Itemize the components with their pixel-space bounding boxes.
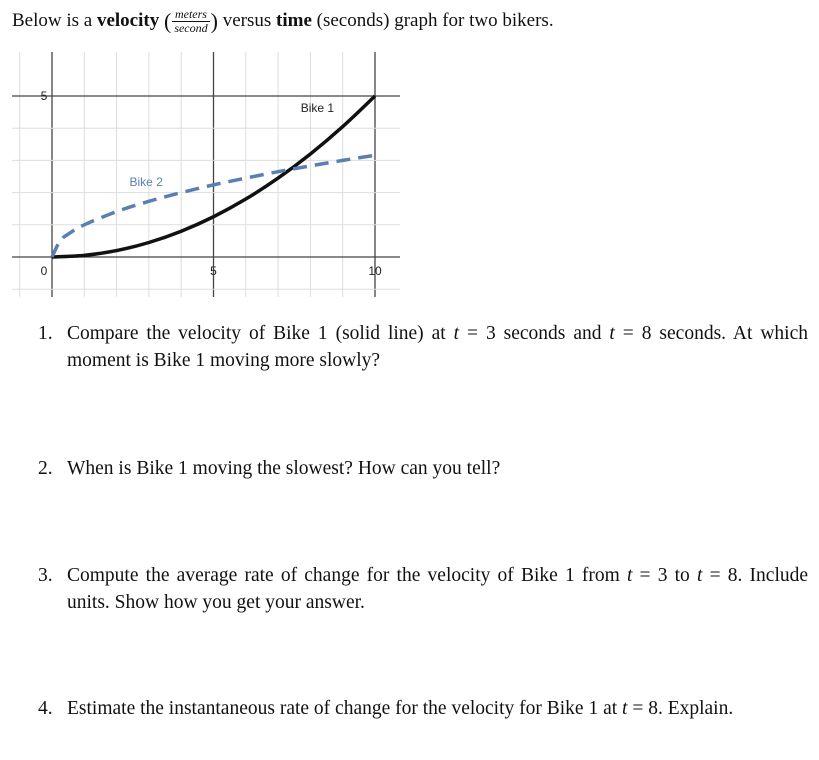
question-text: When is Bike 1 moving the slowest? How c… (67, 458, 501, 479)
x-tick-label: 10 (368, 264, 382, 278)
unit-numerator: meters (172, 8, 210, 22)
question-text: Compare the velocity of Bike 1 (solid li… (67, 323, 808, 371)
question-3: 3. Compute the average rate of change for… (38, 562, 808, 616)
velocity-chart: 0 5 10 5 Bike 1 Bike 2 (12, 52, 400, 297)
question-2: 2. When is Bike 1 moving the slowest? How… (38, 455, 808, 482)
unit-denominator: second (174, 21, 208, 35)
paren-close: ) (210, 8, 218, 34)
question-1: 1. Compare the velocity of Bike 1 (solid … (38, 320, 808, 374)
y-tick-label: 5 (41, 89, 48, 103)
x-tick-label: 5 (210, 264, 217, 278)
question-text: Compute the average rate of change for t… (67, 565, 809, 613)
question-number: 3. (38, 565, 53, 586)
intro-text: Below is a velocity (meters second) versu… (12, 8, 554, 35)
x-tick-label: 0 (41, 264, 48, 278)
question-4: 4. Estimate the instantaneous rate of cha… (38, 695, 808, 722)
intro-time: time (276, 9, 312, 31)
intro-mid: versus (217, 9, 277, 31)
question-number: 4. (38, 698, 53, 719)
series-label-bike-2: Bike 2 (130, 175, 164, 189)
question-number: 1. (38, 323, 53, 344)
intro-before: Below is a (12, 9, 97, 31)
question-text: Estimate the instantaneous rate of chang… (67, 698, 734, 719)
intro-velocity: velocity (96, 9, 160, 31)
question-number: 2. (38, 458, 53, 479)
intro-after: (seconds) graph for two bikers. (311, 9, 554, 31)
unit-fraction: meters second (172, 8, 210, 35)
series-label-bike-1: Bike 1 (301, 101, 335, 115)
paren-open: ( (163, 8, 172, 34)
